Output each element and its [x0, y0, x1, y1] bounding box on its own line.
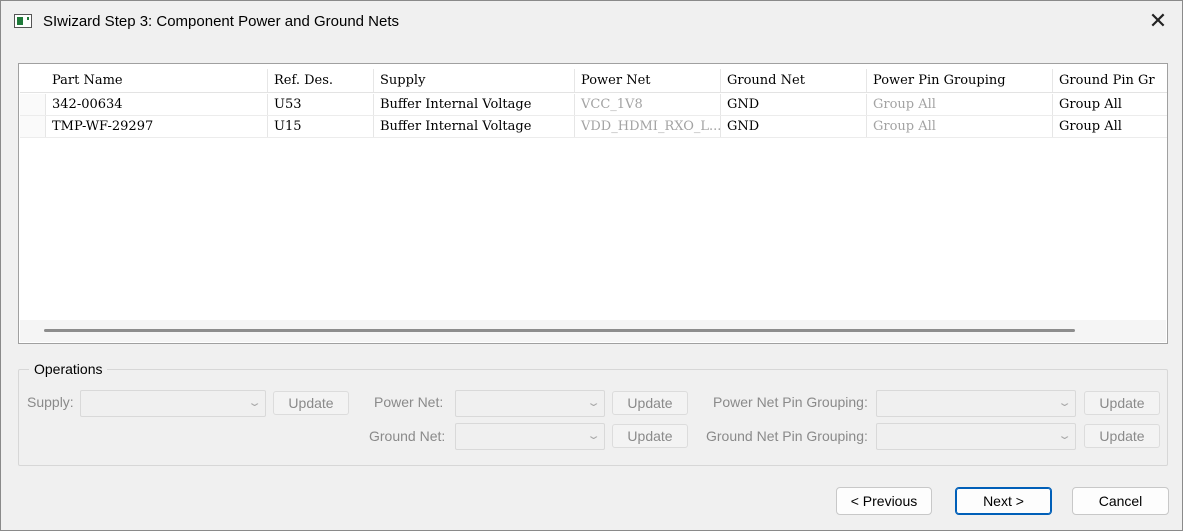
column-header-ground-net[interactable]: Ground Net	[721, 69, 867, 92]
column-header-part-name[interactable]: Part Name	[46, 69, 268, 92]
cell-ground-pin-grouping[interactable]: Group All	[1053, 116, 1167, 137]
component-table: Part Name Ref. Des. Supply Power Net Gro…	[18, 63, 1168, 344]
column-header-ref-des[interactable]: Ref. Des.	[268, 69, 374, 92]
cell-ref-des[interactable]: U15	[268, 116, 374, 137]
cell-power-net[interactable]: VDD_HDMI_RXO_L...	[575, 116, 721, 137]
chevron-down-icon: ⌄	[1057, 397, 1072, 409]
cell-power-pin-grouping[interactable]: Group All	[867, 116, 1053, 137]
supply-update-button[interactable]: Update	[273, 391, 349, 415]
cell-part-name[interactable]: 342-00634	[46, 94, 268, 115]
cell-supply[interactable]: Buffer Internal Voltage	[374, 116, 575, 137]
power-net-pin-grouping-label: Power Net Pin Grouping:	[713, 394, 868, 410]
ground-net-update-button[interactable]: Update	[612, 424, 688, 448]
chevron-down-icon: ⌄	[586, 397, 601, 409]
title-bar: SIwizard Step 3: Component Power and Gro…	[1, 1, 1182, 43]
row-header[interactable]	[20, 116, 46, 137]
cell-ground-net[interactable]: GND	[721, 94, 867, 115]
cancel-button[interactable]: Cancel	[1072, 487, 1169, 515]
column-header-supply[interactable]: Supply	[374, 69, 575, 92]
ground-net-select[interactable]: ⌄	[455, 423, 605, 450]
horizontal-scroll-thumb[interactable]	[44, 329, 1075, 332]
column-header-power-net[interactable]: Power Net	[575, 69, 721, 92]
chevron-down-icon: ⌄	[586, 430, 601, 442]
power-net-pin-grouping-update-button[interactable]: Update	[1084, 391, 1160, 415]
supply-label: Supply:	[27, 394, 74, 410]
close-icon[interactable]: ✕	[1140, 5, 1176, 37]
power-net-label: Power Net:	[374, 394, 444, 410]
wizard-window: SIwizard Step 3: Component Power and Gro…	[0, 0, 1183, 531]
column-header-ground-pin-grouping[interactable]: Ground Pin Gr	[1053, 69, 1167, 92]
row-header-corner	[20, 69, 46, 92]
chevron-down-icon: ⌄	[247, 397, 262, 409]
chevron-down-icon: ⌄	[1057, 430, 1072, 442]
operations-group: Operations Supply: ⌄ Update Power Net: ⌄…	[18, 361, 1168, 466]
ground-net-pin-grouping-update-button[interactable]: Update	[1084, 424, 1160, 448]
app-icon	[14, 14, 32, 28]
column-header-power-pin-grouping[interactable]: Power Pin Grouping	[867, 69, 1053, 92]
cell-ref-des[interactable]: U53	[268, 94, 374, 115]
table-row[interactable]: TMP-WF-29297 U15 Buffer Internal Voltage…	[20, 116, 1167, 138]
ground-net-pin-grouping-select[interactable]: ⌄	[876, 423, 1076, 450]
operations-legend: Operations	[29, 361, 108, 377]
next-button[interactable]: Next >	[955, 487, 1052, 515]
table-header: Part Name Ref. Des. Supply Power Net Gro…	[20, 69, 1167, 93]
window-title: SIwizard Step 3: Component Power and Gro…	[43, 13, 400, 30]
table-row[interactable]: 342-00634 U53 Buffer Internal Voltage VC…	[20, 94, 1167, 116]
cell-part-name[interactable]: TMP-WF-29297	[46, 116, 268, 137]
horizontal-scrollbar[interactable]	[20, 320, 1166, 342]
row-header[interactable]	[20, 94, 46, 115]
cell-ground-pin-grouping[interactable]: Group All	[1053, 94, 1167, 115]
ground-net-label: Ground Net:	[369, 428, 446, 444]
cell-supply[interactable]: Buffer Internal Voltage	[374, 94, 575, 115]
cell-ground-net[interactable]: GND	[721, 116, 867, 137]
power-net-update-button[interactable]: Update	[612, 391, 688, 415]
power-net-select[interactable]: ⌄	[455, 390, 605, 417]
previous-button[interactable]: < Previous	[836, 487, 932, 515]
power-net-pin-grouping-select[interactable]: ⌄	[876, 390, 1076, 417]
cell-power-net[interactable]: VCC_1V8	[575, 94, 721, 115]
supply-select[interactable]: ⌄	[80, 390, 266, 417]
ground-net-pin-grouping-label: Ground Net Pin Grouping:	[706, 428, 868, 444]
cell-power-pin-grouping[interactable]: Group All	[867, 94, 1053, 115]
